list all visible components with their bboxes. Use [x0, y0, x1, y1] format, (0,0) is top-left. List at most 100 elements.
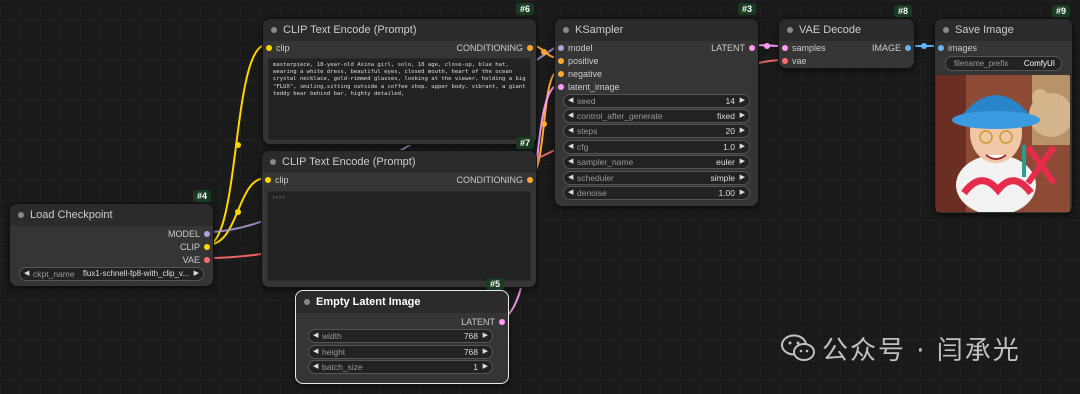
increment-arrow-icon[interactable]: ▶ [483, 361, 488, 373]
decrement-arrow-icon[interactable]: ◀ [568, 110, 573, 122]
output-slot-latent[interactable]: LATENT [461, 316, 505, 328]
output-slot-conditioning[interactable]: CONDITIONING [457, 42, 533, 54]
input-dot[interactable] [782, 45, 788, 51]
output-slot-latent[interactable]: LATENT [711, 42, 755, 54]
widget-steps[interactable]: ◀ steps 20 ▶ [563, 124, 750, 138]
decrement-arrow-icon[interactable]: ◀ [568, 125, 573, 137]
load-checkpoint-node[interactable]: Load Checkpoint #4 MODEL CLIP VAE ◀ ckpt_… [9, 190, 214, 287]
decrement-arrow-icon[interactable]: ◀ [568, 95, 573, 107]
widget-denoise[interactable]: ◀ denoise 1.00 ▶ [563, 186, 750, 200]
output-slot-image[interactable]: IMAGE [872, 42, 911, 54]
widget-ckpt-name[interactable]: ◀ ckpt_name flux1-schnell-fp8-with_clip_v.… [19, 267, 204, 281]
decrement-arrow-icon[interactable]: ◀ [568, 187, 573, 199]
widget-label: steps [577, 126, 598, 136]
input-slot-images[interactable]: images [938, 42, 977, 54]
input-slot-samples[interactable]: samples [782, 42, 826, 54]
node-header[interactable]: Load Checkpoint [10, 204, 213, 226]
increment-arrow-icon[interactable]: ▶ [740, 172, 745, 184]
node-header[interactable]: VAE Decode [779, 19, 914, 41]
collapse-dot-icon[interactable] [943, 27, 949, 33]
decrement-arrow-icon[interactable]: ◀ [568, 141, 573, 153]
increment-arrow-icon[interactable]: ▶ [740, 95, 745, 107]
node-header[interactable]: Save Image [935, 19, 1072, 41]
collapse-dot-icon[interactable] [304, 299, 310, 305]
widget-batch-size[interactable]: ◀ batch_size 1 ▶ [308, 360, 493, 374]
increment-arrow-icon[interactable]: ▶ [194, 268, 199, 280]
increment-arrow-icon[interactable]: ▶ [740, 156, 745, 168]
node-header[interactable]: CLIP Text Encode (Prompt) [262, 151, 536, 173]
ksampler-node[interactable]: KSampler #3 model positive negative late… [554, 3, 759, 207]
input-dot[interactable] [558, 84, 564, 90]
image-preview[interactable] [936, 75, 1070, 212]
widget-seed[interactable]: ◀ seed 14 ▶ [563, 94, 750, 108]
node-header[interactable]: KSampler [555, 19, 758, 41]
input-slot-clip[interactable]: clip [266, 42, 290, 54]
clip-text-encode-negative-node[interactable]: CLIP Text Encode (Prompt) #7 clip CONDIT… [261, 137, 537, 288]
output-dot[interactable] [204, 244, 210, 250]
slot-label: latent_image [568, 82, 620, 92]
output-dot[interactable] [527, 177, 533, 183]
increment-arrow-icon[interactable]: ▶ [740, 125, 745, 137]
empty-latent-image-node[interactable]: Empty Latent Image #5 LATENT ◀ width 768 ▶ … [295, 278, 509, 384]
input-slot-positive[interactable]: positive [558, 55, 599, 67]
collapse-dot-icon[interactable] [18, 212, 24, 218]
prompt-textarea[interactable]: text [267, 191, 531, 281]
node-title: Load Checkpoint [30, 209, 113, 221]
save-image-node[interactable]: Save Image #9 images filename_prefix Com… [934, 5, 1073, 214]
collapse-dot-icon[interactable] [271, 27, 277, 33]
decrement-arrow-icon[interactable]: ◀ [313, 346, 318, 358]
watermark-text: 公众号 · 闫承光 [822, 336, 1021, 366]
output-dot[interactable] [204, 231, 210, 237]
increment-arrow-icon[interactable]: ▶ [740, 187, 745, 199]
decrement-arrow-icon[interactable]: ◀ [24, 268, 29, 280]
widget-width[interactable]: ◀ width 768 ▶ [308, 329, 493, 343]
increment-arrow-icon[interactable]: ▶ [740, 141, 745, 153]
widget-sampler-name[interactable]: ◀ sampler_name euler ▶ [563, 155, 750, 169]
output-dot[interactable] [499, 319, 505, 325]
increment-arrow-icon[interactable]: ▶ [483, 330, 488, 342]
output-slot-vae[interactable]: VAE [183, 254, 210, 266]
input-dot[interactable] [558, 71, 564, 77]
widget-cfg[interactable]: ◀ cfg 1.0 ▶ [563, 140, 750, 154]
slot-label: MODEL [167, 229, 200, 239]
collapse-dot-icon[interactable] [563, 27, 569, 33]
node-header[interactable]: CLIP Text Encode (Prompt) [263, 19, 536, 41]
input-slot-vae[interactable]: vae [782, 55, 807, 67]
slot-label: clip [276, 43, 290, 53]
input-slot-clip[interactable]: clip [265, 174, 289, 186]
widget-control-after-generate[interactable]: ◀ control_after_generate fixed ▶ [563, 109, 750, 123]
input-slot-latent-image[interactable]: latent_image [558, 81, 620, 93]
clip-text-encode-positive-node[interactable]: CLIP Text Encode (Prompt) #6 clip CONDIT… [262, 3, 537, 145]
output-dot[interactable] [905, 45, 911, 51]
increment-arrow-icon[interactable]: ▶ [740, 110, 745, 122]
decrement-arrow-icon[interactable]: ◀ [313, 361, 318, 373]
collapse-dot-icon[interactable] [787, 27, 793, 33]
output-dot[interactable] [204, 257, 210, 263]
prompt-textarea[interactable]: masterpiece, 18-year-old Asina girl, sol… [268, 58, 531, 140]
input-dot[interactable] [938, 45, 944, 51]
output-slot-conditioning[interactable]: CONDITIONING [457, 174, 533, 186]
output-dot[interactable] [527, 45, 533, 51]
widget-height[interactable]: ◀ height 768 ▶ [308, 345, 493, 359]
input-slot-negative[interactable]: negative [558, 68, 602, 80]
decrement-arrow-icon[interactable]: ◀ [313, 330, 318, 342]
collapse-dot-icon[interactable] [270, 159, 276, 165]
output-slot-model[interactable]: MODEL [168, 228, 210, 240]
filename-prefix-field[interactable]: filename_prefix ComfyUI [945, 56, 1062, 71]
node-id-badge: #7 [515, 137, 534, 149]
input-slot-model[interactable]: model [558, 42, 593, 54]
input-dot[interactable] [266, 45, 272, 51]
input-dot[interactable] [558, 45, 564, 51]
decrement-arrow-icon[interactable]: ◀ [568, 172, 573, 184]
widget-scheduler[interactable]: ◀ scheduler simple ▶ [563, 171, 750, 185]
vae-decode-node[interactable]: VAE Decode #8 samples vae IMAGE [778, 5, 915, 69]
node-id-badge: #9 [1051, 5, 1070, 17]
decrement-arrow-icon[interactable]: ◀ [568, 156, 573, 168]
input-dot[interactable] [782, 58, 788, 64]
input-dot[interactable] [265, 177, 271, 183]
output-dot[interactable] [749, 45, 755, 51]
node-header[interactable]: Empty Latent Image [296, 291, 508, 313]
output-slot-clip[interactable]: CLIP [180, 241, 210, 253]
increment-arrow-icon[interactable]: ▶ [483, 346, 488, 358]
input-dot[interactable] [558, 58, 564, 64]
